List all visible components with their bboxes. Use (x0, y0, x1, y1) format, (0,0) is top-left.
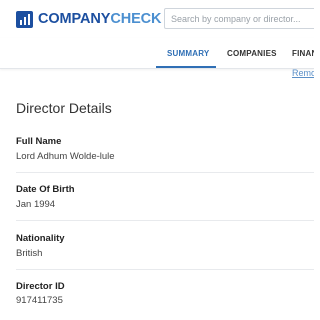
divider (16, 172, 314, 173)
full-name-value: Lord Adhum Wolde-lule (16, 151, 115, 162)
tabs-bar: SUMMARY COMPANIES FINAN (0, 38, 314, 69)
logo-text-part2: CHECK (110, 11, 162, 27)
tab-financials[interactable]: FINAN (292, 38, 314, 69)
tab-companies[interactable]: COMPANIES (227, 38, 277, 69)
date-of-birth-label: Date Of Birth (16, 184, 75, 195)
site-header: COMPANYCHECK (0, 0, 314, 38)
search-box (164, 8, 314, 29)
search-input[interactable] (165, 9, 314, 28)
director-id-label: Director ID (16, 281, 65, 292)
nationality-value: British (16, 248, 43, 259)
divider (16, 269, 314, 270)
divider (16, 220, 314, 221)
full-name-label: Full Name (16, 136, 62, 147)
bar-chart-icon (16, 10, 33, 28)
section-title: Director Details (16, 100, 112, 116)
companycheck-logo[interactable]: COMPANYCHECK (16, 9, 162, 29)
logo-text-part1: COMPANY (38, 11, 111, 27)
logo-text: COMPANYCHECK (38, 11, 162, 27)
active-tab-indicator (156, 66, 216, 68)
tab-summary[interactable]: SUMMARY (167, 38, 209, 69)
page: COMPANYCHECK SUMMARY COMPANIES FINAN Rem… (0, 0, 314, 320)
date-of-birth-value: Jan 1994 (16, 199, 56, 210)
director-id-value: 917411735 (16, 295, 63, 306)
nationality-label: Nationality (16, 233, 65, 244)
remove-link[interactable]: Remo (292, 68, 314, 78)
